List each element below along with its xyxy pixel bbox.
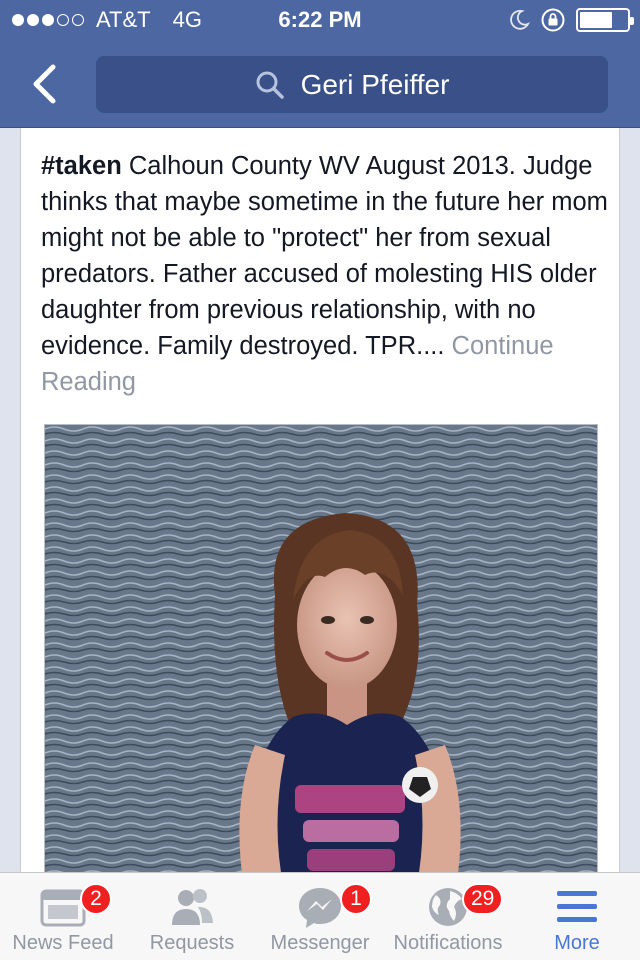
tab-bar: 2 News Feed Requests 1 Messenger 29 Noti…	[0, 872, 640, 960]
tab-requests[interactable]: Requests	[128, 873, 256, 960]
tab-news-feed[interactable]: 2 News Feed	[0, 873, 126, 960]
tab-messenger-label: Messenger	[270, 932, 370, 954]
moon-icon	[510, 9, 530, 30]
news-feed-icon	[40, 889, 86, 927]
battery-icon	[576, 8, 634, 32]
menu-icon	[557, 891, 597, 922]
tab-more-label: More	[554, 932, 600, 954]
top-navigation-bar: AT&T 4G 6:22 PM Geri Pfeiffer	[0, 0, 640, 128]
tab-requests-label: Requests	[149, 932, 235, 954]
post-photo[interactable]	[44, 424, 598, 894]
tab-notifications[interactable]: 29 Notifications	[384, 873, 512, 960]
status-bar: AT&T 4G 6:22 PM	[0, 0, 640, 40]
post-body: Calhoun County WV August 2013. Judge thi…	[41, 152, 608, 360]
tab-notifications-label: Notifications	[393, 932, 503, 954]
back-button[interactable]	[22, 62, 66, 106]
tab-news-feed-label: News Feed	[12, 932, 114, 954]
tab-messenger[interactable]: 1 Messenger	[258, 873, 382, 960]
messenger-badge: 1	[340, 883, 372, 915]
post-hashtag[interactable]: #taken	[41, 152, 122, 180]
news-feed-badge: 2	[80, 883, 112, 915]
tab-more[interactable]: More	[514, 873, 640, 960]
friend-requests-icon	[172, 889, 213, 925]
post-card: #taken Calhoun County WV August 2013. Ju…	[20, 128, 620, 894]
notifications-badge: 29	[462, 883, 504, 915]
orientation-lock-icon	[541, 8, 565, 32]
search-icon	[256, 71, 284, 99]
chevron-left-icon	[33, 64, 56, 104]
search-bar[interactable]: Geri Pfeiffer	[96, 56, 608, 113]
search-text: Geri Pfeiffer	[300, 68, 450, 100]
messenger-icon	[299, 888, 341, 928]
post-text: #taken Calhoun County WV August 2013. Ju…	[41, 148, 611, 400]
status-bar-right	[508, 7, 634, 33]
